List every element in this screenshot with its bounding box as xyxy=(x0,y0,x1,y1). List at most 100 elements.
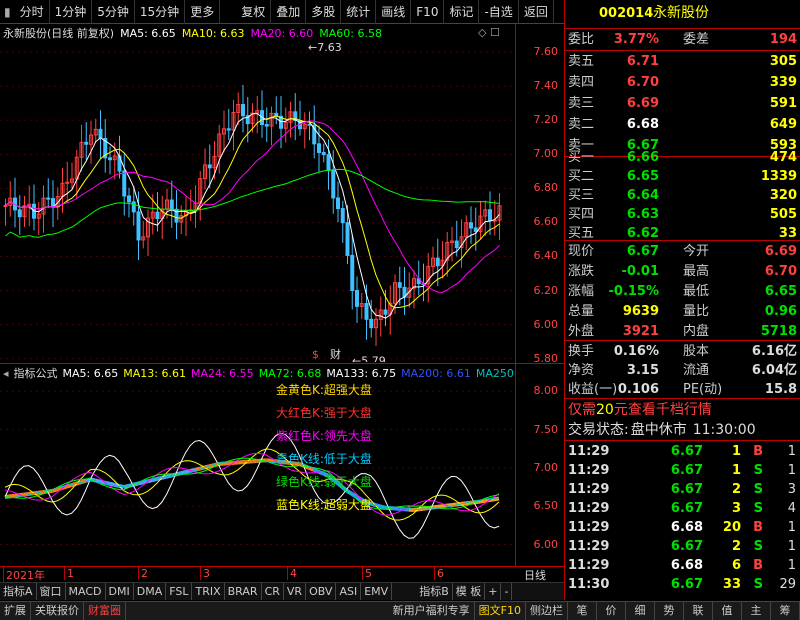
period-tab-4[interactable]: 更多 xyxy=(185,0,221,24)
bottom-right-1[interactable]: 图文F10 xyxy=(475,602,526,620)
date-label: 2 xyxy=(138,567,148,580)
indicator-tab-8[interactable]: CR xyxy=(262,583,284,600)
main-y-tick: 6.80 xyxy=(533,181,559,195)
label: 净资 xyxy=(568,363,595,378)
bottom-right-9[interactable]: 主 xyxy=(742,602,771,620)
indicator-tab-16[interactable]: - xyxy=(501,583,513,600)
stat-row: 涨跌 -0.01 最高 6.70 xyxy=(565,262,800,281)
toolbar-action-5[interactable]: F10 xyxy=(411,0,445,24)
sub-chart-collapse-icon[interactable]: ◂ xyxy=(3,367,9,380)
menu-icon[interactable]: ▮ xyxy=(0,5,15,19)
bottom-right-0[interactable]: 新用户福利专享 xyxy=(389,602,475,620)
tick-row: 11:29 6.67 1 B 1 xyxy=(565,442,800,461)
toolbar-action-3[interactable]: 统计 xyxy=(341,0,377,24)
bottom-right-4[interactable]: 价 xyxy=(597,602,626,620)
bottom-right-7[interactable]: 联 xyxy=(684,602,713,620)
period-tab-0[interactable]: 分时 xyxy=(15,0,50,24)
toolbar-action-8[interactable]: 返回 xyxy=(519,0,554,24)
tick-count: 1 xyxy=(787,463,796,478)
period-tab-1[interactable]: 1分钟 xyxy=(50,0,93,24)
value: 194 xyxy=(769,32,797,47)
bottom-tab-2[interactable]: 财富圈 xyxy=(84,602,126,620)
bottom-right-8[interactable]: 值 xyxy=(713,602,742,620)
bottom-right-5[interactable]: 细 xyxy=(626,602,655,620)
indicator-tab-6[interactable]: TRIX xyxy=(192,583,225,600)
label: 涨跌 xyxy=(568,264,595,279)
sub-y-tick: 7.00 xyxy=(533,460,559,474)
bid-row[interactable]: 买四 6.63 505 xyxy=(565,205,800,224)
promo-prefix: 仅需 xyxy=(568,402,596,418)
label: 换手 xyxy=(568,344,595,359)
toolbar-action-1[interactable]: 叠加 xyxy=(271,0,307,24)
indicator-legend-item: 青色K线:低于大盘 xyxy=(276,451,372,466)
ask-row[interactable]: 卖四 6.70 339 xyxy=(565,73,800,92)
indicator-tab-5[interactable]: FSL xyxy=(166,583,193,600)
indicator-tab-10[interactable]: OBV xyxy=(306,583,337,600)
indicator-tab-9[interactable]: VR xyxy=(284,583,307,600)
bid-row[interactable]: 买二 6.65 1339 xyxy=(565,167,800,186)
toolbar-action-2[interactable]: 多股 xyxy=(306,0,342,24)
indicator-tab-2[interactable]: MACD xyxy=(66,583,106,600)
indicator-tab-0[interactable]: 指标A xyxy=(0,583,37,600)
sub-indicator-chart[interactable]: 金黄色K:超强大盘大红色K:强于大盘紫红色K:领先大盘青色K线:低于大盘绿色K线… xyxy=(0,382,515,566)
indicator-band xyxy=(266,458,272,463)
indicator-tab-1[interactable]: 窗口 xyxy=(37,583,66,600)
tick-count: 1 xyxy=(787,444,796,459)
indicator-tab-7[interactable]: BRAR xyxy=(225,583,262,600)
label: 最低 xyxy=(683,284,710,299)
main-kline-chart[interactable]: ←7.63 ←5.79 $ 财 xyxy=(0,42,515,362)
chart-settings-icons[interactable]: ◇ ☐ xyxy=(478,26,500,39)
tick-volume: 1 xyxy=(731,463,741,478)
sub-ma-label-2: MA24: 6.55 xyxy=(190,366,254,380)
candle-body xyxy=(226,128,231,131)
bid-row[interactable]: 买一 6.66 474 xyxy=(565,148,800,167)
main-y-tick: 7.20 xyxy=(533,113,559,127)
status-label: 交易状态: xyxy=(568,422,629,438)
promo-link[interactable]: 仅需20元查看千档行情 xyxy=(565,401,800,420)
indicator-tab-4[interactable]: DMA xyxy=(134,583,167,600)
tick-time: 11:29 xyxy=(568,463,610,478)
main-ma-label-2: MA20: 6.60 xyxy=(250,26,314,40)
period-tab-3[interactable]: 15分钟 xyxy=(135,0,186,24)
sub-ma-label-4: MA133: 6.75 xyxy=(326,366,397,380)
indicator-tab-12[interactable]: EMV xyxy=(361,583,393,600)
value: 3.77% xyxy=(613,32,659,47)
indicator-tab-13[interactable]: 指标B xyxy=(416,583,453,600)
toolbar-action-4[interactable]: 画线 xyxy=(376,0,412,24)
bottom-right-2[interactable]: 侧边栏 xyxy=(526,602,568,620)
toolbar-action-7[interactable]: -自选 xyxy=(479,0,519,24)
bottom-right-3[interactable]: 笔 xyxy=(568,602,597,620)
indicator-tab-15[interactable]: + xyxy=(485,583,502,600)
ask-row[interactable]: 卖三 6.69 591 xyxy=(565,94,800,113)
main-ma-label-0: MA5: 6.65 xyxy=(120,26,176,40)
candle-body xyxy=(17,209,22,218)
main-y-tick: 6.40 xyxy=(533,249,559,263)
tick-price: 6.68 xyxy=(670,558,703,573)
toolbar-action-6[interactable]: 标记 xyxy=(444,0,480,24)
ask-row[interactable]: 卖五 6.71 305 xyxy=(565,52,800,71)
tick-count: 4 xyxy=(787,501,796,516)
bottom-right-6[interactable]: 势 xyxy=(655,602,684,620)
indicator-tab-3[interactable]: DMI xyxy=(106,583,134,600)
bid-row[interactable]: 买三 6.64 320 xyxy=(565,186,800,205)
tick-side: S xyxy=(753,577,763,592)
tick-row: 11:30 6.67 33 S 29 xyxy=(565,575,800,594)
bottom-tab-0[interactable]: 扩展 xyxy=(0,602,31,620)
bottom-tab-1[interactable]: 关联报价 xyxy=(31,602,84,620)
period-tab-2[interactable]: 5分钟 xyxy=(92,0,135,24)
tick-volume: 20 xyxy=(722,520,741,535)
indicator-tab-11[interactable]: ASI xyxy=(336,583,362,600)
candle-body xyxy=(84,141,89,145)
candle-body xyxy=(340,208,345,224)
candle-body xyxy=(3,204,8,207)
indicator-band xyxy=(180,470,186,476)
toolbar-action-0[interactable]: 复权 xyxy=(236,0,272,24)
sub-chart-title[interactable]: 指标公式 xyxy=(14,365,58,381)
indicator-tab-14[interactable]: 模 板 xyxy=(453,583,486,600)
main-ma-label-1: MA10: 6.63 xyxy=(181,26,245,40)
bottom-right-10[interactable]: 筹 xyxy=(771,602,800,620)
ask-row[interactable]: 卖二 6.68 649 xyxy=(565,115,800,134)
candle-body xyxy=(108,157,112,161)
tick-row: 11:29 6.67 3 S 4 xyxy=(565,499,800,518)
tick-count: 1 xyxy=(787,520,796,535)
